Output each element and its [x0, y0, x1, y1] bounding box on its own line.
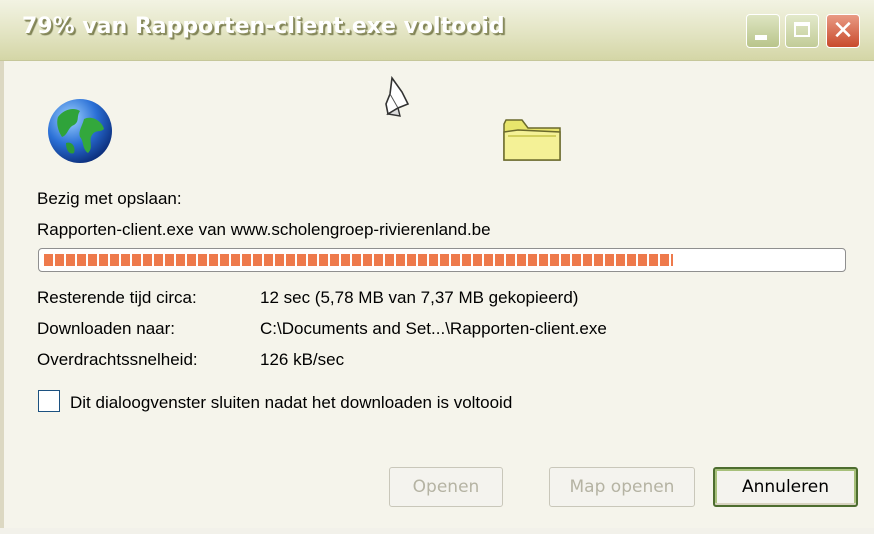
download-dialog: 79% van Rapporten-client.exe voltooid ✕ [0, 0, 874, 534]
transfer-rate-label: Overdrachtssnelheid: [37, 350, 198, 369]
title-bar[interactable]: 79% van Rapporten-client.exe voltooid ✕ [0, 0, 874, 61]
close-when-done-checkbox[interactable] [38, 390, 60, 412]
flying-document-icon [385, 75, 410, 117]
download-progress-bar [38, 248, 846, 272]
globe-icon [48, 99, 112, 163]
maximize-button[interactable] [785, 14, 819, 48]
open-button[interactable]: Openen [389, 467, 503, 507]
cancel-button[interactable]: Annuleren [713, 467, 858, 507]
download-location-value: C:\Documents and Set...\Rapporten-client… [260, 319, 607, 338]
transfer-rate-value: 126 kB/sec [260, 350, 345, 369]
maximize-icon [794, 22, 810, 37]
window-border-bottom [0, 528, 874, 534]
close-button[interactable]: ✕ [826, 14, 860, 48]
minimize-button[interactable] [746, 14, 780, 48]
minimize-icon [755, 35, 767, 40]
file-source-text: Rapporten-client.exe van www.scholengroe… [37, 220, 491, 239]
window-border [0, 0, 4, 534]
saving-label: Bezig met opslaan: [37, 189, 182, 208]
download-location-label: Downloaden naar: [37, 319, 175, 338]
window-title: 79% van Rapporten-client.exe voltooid [22, 14, 505, 39]
progress-fill [44, 254, 673, 266]
remaining-time-value: 12 sec (5,78 MB van 7,37 MB gekopieerd) [260, 288, 579, 307]
remaining-time-label: Resterende tijd circa: [37, 288, 197, 307]
folder-icon [503, 119, 561, 161]
close-when-done-label[interactable]: Dit dialoogvenster sluiten nadat het dow… [70, 393, 512, 413]
close-icon: ✕ [832, 16, 854, 46]
open-folder-button[interactable]: Map openen [549, 467, 695, 507]
